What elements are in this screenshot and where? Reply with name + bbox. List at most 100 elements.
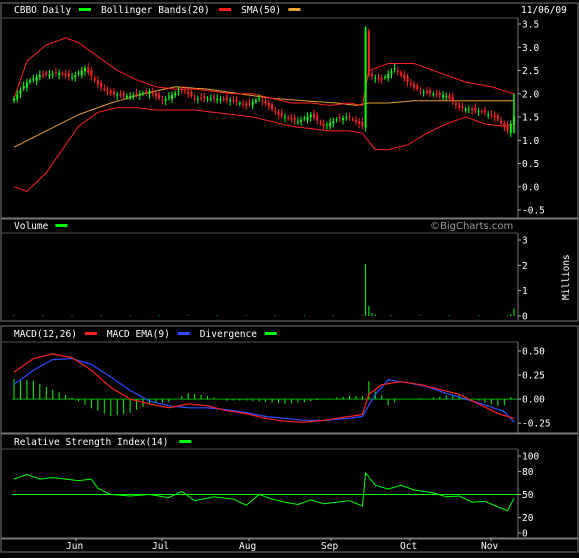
candle-body [383,76,386,78]
candle-body [280,113,283,116]
candle-body [125,95,128,98]
candle-body [396,70,399,72]
candle-body [393,68,396,70]
price-y-tick-3: 2.0 [522,89,539,100]
price-legend-label-2: SMA(50) [241,5,281,16]
volume-y-tick-3: 0 [522,312,528,323]
candle-body [158,93,161,99]
candle-body [500,120,503,124]
candle-body [151,92,154,94]
candle-body [113,91,115,95]
candle-body [387,73,390,79]
candle-body [458,104,461,108]
macd-legend-swatch-2 [264,332,277,335]
candle-body [248,103,251,105]
candle-body [354,120,357,122]
volume-legend-swatch-0 [55,224,68,227]
candle-body [138,93,141,96]
candle-body [471,108,474,111]
candle-body [338,117,341,119]
candle-body [13,98,15,101]
candle-body [303,118,306,120]
candle-body [487,114,490,116]
candle-body [442,95,445,98]
rsi-y-tick-0: 100 [522,452,539,463]
candle-body [445,96,448,98]
candle-body [271,104,274,110]
price-y-tick-8: -0.5 [522,206,545,217]
candle-body [54,72,57,74]
candle-body [254,100,257,102]
chart-background [0,0,579,553]
candle-body [229,100,232,102]
candle-body [419,91,422,93]
price-legend-label-1: Bollinger Bands(20) [101,5,210,16]
candle-body [313,113,315,118]
macd-legend-swatch-1 [177,332,190,335]
candle-body [461,106,464,109]
price-legend-label-0: CBBO Daily [14,5,71,16]
candle-body [351,119,354,121]
candle-body [42,74,45,76]
candle-body [293,117,296,121]
candle-body [87,67,90,73]
candle-body [316,115,319,121]
candle-body [148,91,151,95]
candle-body [129,96,132,98]
candle-body [35,76,38,81]
candle-body [358,120,361,124]
candle-body [38,75,41,78]
candle-body [164,98,167,101]
candle-body [435,93,438,95]
candle-body [183,90,186,92]
rsi-legend-label-0: Relative Strength Index(14) [14,437,168,448]
candle-body [454,103,457,105]
rsi-y-tick-4: 0 [522,529,528,540]
candle-body [483,110,486,113]
candle-body [90,70,93,77]
candle-body [390,71,393,74]
candle-body [425,91,428,93]
candle-body [403,74,406,79]
candle-body [406,76,409,83]
candle-body [161,99,164,101]
candle-body [209,98,212,100]
x-tick-aug: Aug [239,541,256,552]
candle-body [274,110,277,112]
candle-body [264,101,267,104]
rsi-legend-swatch-0 [179,440,192,443]
candle-body [296,121,299,123]
candle-body [213,97,215,99]
price-y-tick-7: 0.0 [522,182,539,193]
price-y-tick-4: 1.5 [522,113,539,124]
candle-body [306,116,309,121]
volume-y-tick-1: 2 [522,261,528,272]
candle-body [283,117,286,118]
candle-body [325,124,328,126]
candle-body [171,94,174,99]
price-y-tick-2: 2.5 [522,66,539,77]
candle-body [245,103,248,106]
candle-body [142,92,145,94]
candle-body [251,101,254,106]
candle-body [309,114,312,118]
candle-body [416,85,419,90]
candle-body [203,96,206,99]
candle-body [77,72,80,74]
volume-y-tick-2: 1 [522,286,528,297]
macd-legend-label-0: MACD(12,26) [14,329,77,340]
candle-body [329,122,332,127]
candle-body [177,91,180,93]
x-tick-jul: Jul [152,541,169,552]
candle-body [261,100,264,102]
candle-body [103,88,106,90]
volume-y-axis-label: Millions [561,254,572,300]
price-legend-swatch-0 [79,8,91,11]
stock-chart: Jun Jul Aug Sep Oct Nov CBBO Daily Bollinger Ba… [0,0,579,553]
candle-body [180,88,183,90]
candle-body [413,84,415,87]
candle-body [467,109,470,111]
candle-body [374,77,377,79]
candle-body [32,78,35,80]
candle-body [80,70,83,75]
